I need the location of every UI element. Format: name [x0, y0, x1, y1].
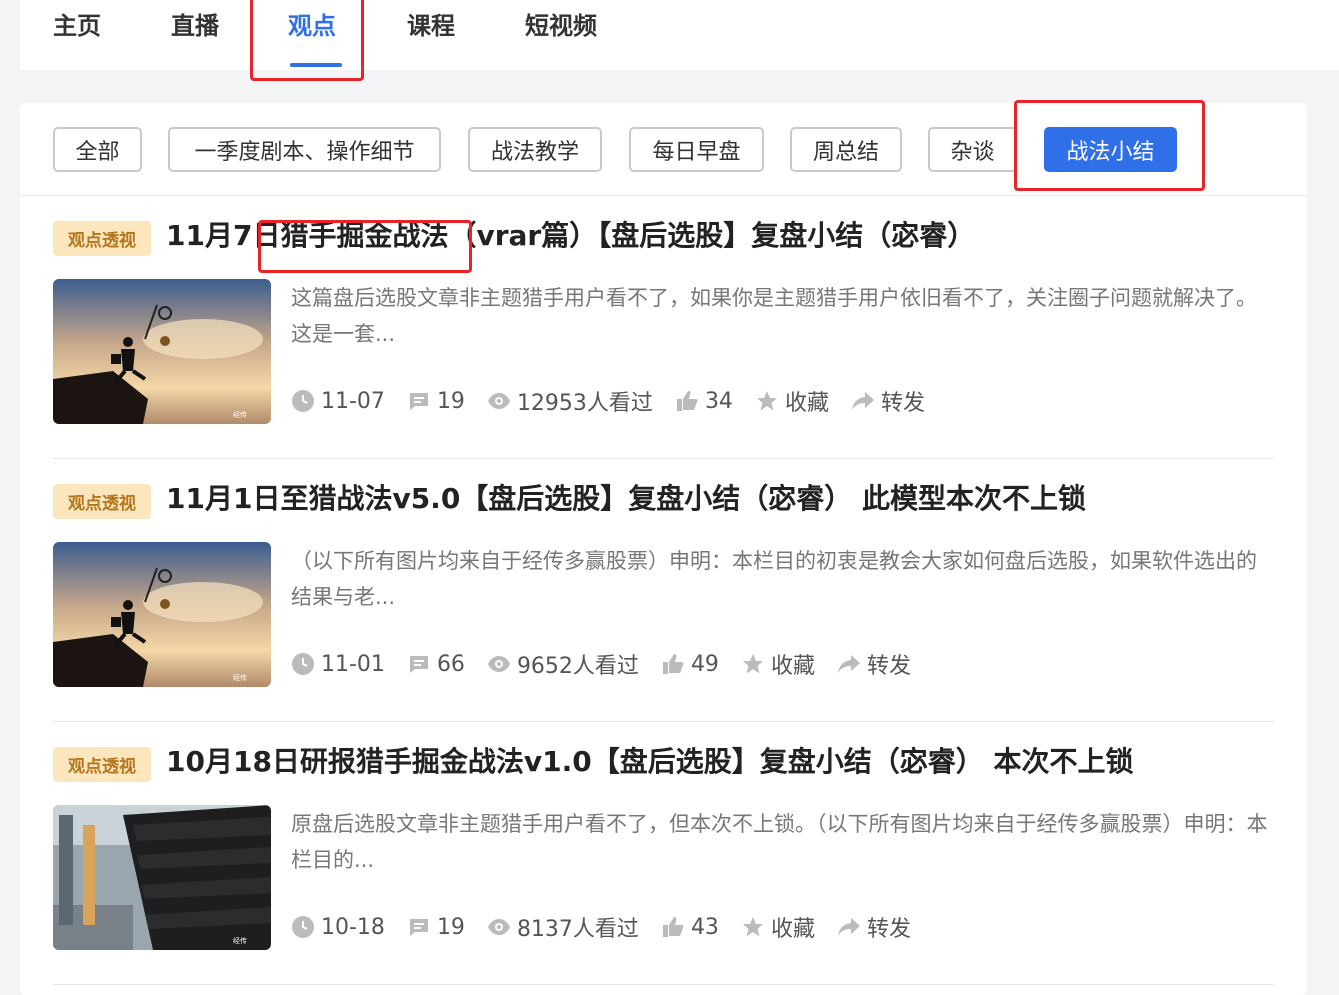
favorite-label: 收藏 — [784, 391, 829, 416]
tab-viewpoints[interactable]: 观点 — [288, 6, 336, 41]
date: 11-01 — [291, 652, 385, 677]
comment-count: 66 — [436, 651, 465, 677]
top-nav: 主页 直播 观点 课程 短视频 — [20, 0, 1339, 70]
comment-icon — [407, 389, 431, 413]
view-count: 12953人看过 — [516, 391, 653, 416]
article-summary: （以下所有图片均来自于经传多赢股票）申明：本栏目的初衷是教会大家如何盘后选股，如… — [291, 549, 1257, 609]
star-icon — [741, 652, 765, 676]
runner-sunset-image: 经传 — [53, 279, 271, 424]
favorite-label: 收藏 — [770, 654, 815, 679]
view-count: 8137人看过 — [516, 917, 639, 942]
runner-sunset-image: 经传 — [53, 542, 271, 687]
comments[interactable]: 19 — [407, 389, 465, 414]
article-item[interactable]: 观点透视 11月7日猎手掘金战法（vrar篇）【盘后选股】复盘小结（宓睿） 经传… — [53, 196, 1274, 459]
article-thumbnail[interactable]: 经传 — [53, 279, 271, 424]
share-arrow-icon — [851, 389, 875, 413]
share-button[interactable]: 转发 — [837, 648, 911, 680]
article-title[interactable]: 10月18日研报猎手掘金战法v1.0【盘后选股】复盘小结（宓睿） 本次不上锁 — [166, 740, 1134, 780]
view-count: 9652人看过 — [516, 654, 639, 679]
content-panel: 全部 一季度剧本、操作细节 战法教学 每日早盘 周总结 杂谈 战法小结 观点透视… — [20, 100, 1307, 995]
filter-q1-script[interactable]: 一季度剧本、操作细节 — [168, 127, 441, 172]
share-label: 转发 — [866, 654, 911, 679]
favorite-button[interactable]: 收藏 — [755, 385, 829, 417]
favorite-button[interactable]: 收藏 — [741, 648, 815, 680]
share-label: 转发 — [866, 917, 911, 942]
favorite-label: 收藏 — [770, 917, 815, 942]
filter-tactic-summary[interactable]: 战法小结 — [1044, 127, 1177, 172]
eye-icon — [487, 915, 511, 939]
filter-all[interactable]: 全部 — [53, 127, 142, 172]
comment-icon — [407, 915, 431, 939]
clock-icon — [291, 652, 315, 676]
star-icon — [755, 389, 779, 413]
article-title[interactable]: 11月7日猎手掘金战法（vrar篇）【盘后选股】复盘小结（宓睿） — [166, 214, 975, 254]
thumbs-up-icon — [661, 915, 685, 939]
share-arrow-icon — [837, 652, 861, 676]
article-thumbnail[interactable]: 经传 — [53, 542, 271, 687]
svg-text:经传: 经传 — [233, 673, 247, 682]
comments[interactable]: 66 — [407, 652, 465, 677]
article-title[interactable]: 11月1日至猎战法v5.0【盘后选股】复盘小结（宓睿） 此模型本次不上锁 — [166, 477, 1086, 517]
date-text: 11-07 — [321, 388, 385, 414]
thumbs-up-icon — [675, 389, 699, 413]
article-summary: 这篇盘后选股文章非主题猎手用户看不了，如果你是主题猎手用户依旧看不了，关注圈子问… — [291, 286, 1257, 346]
article-summary: 原盘后选股文章非主题猎手用户看不了，但本次不上锁。（以下所有图片均来自于经传多赢… — [291, 812, 1268, 872]
likes[interactable]: 43 — [661, 915, 719, 940]
date-text: 11-01 — [321, 651, 385, 677]
filter-chat[interactable]: 杂谈 — [928, 127, 1017, 172]
svg-text:经传: 经传 — [233, 410, 247, 419]
comment-icon — [407, 652, 431, 676]
filter-weekly-summary[interactable]: 周总结 — [790, 127, 902, 172]
tab-short-video[interactable]: 短视频 — [525, 6, 597, 41]
filter-bar: 全部 一季度剧本、操作细节 战法教学 每日早盘 周总结 杂谈 战法小结 — [20, 103, 1307, 196]
favorite-button[interactable]: 收藏 — [741, 911, 815, 943]
comment-count: 19 — [436, 914, 465, 940]
tab-live[interactable]: 直播 — [171, 6, 219, 41]
filter-daily-morning[interactable]: 每日早盘 — [629, 127, 764, 172]
like-count: 34 — [704, 388, 733, 414]
star-icon — [741, 915, 765, 939]
like-count: 43 — [690, 914, 719, 940]
filter-tactic-teaching[interactable]: 战法教学 — [468, 127, 602, 172]
likes[interactable]: 49 — [661, 652, 719, 677]
like-count: 49 — [690, 651, 719, 677]
warehouse-rubber-image: 经传 — [53, 805, 271, 950]
clock-icon — [291, 915, 315, 939]
share-label: 转发 — [880, 391, 925, 416]
comments[interactable]: 19 — [407, 915, 465, 940]
clock-icon — [291, 389, 315, 413]
article-thumbnail[interactable]: 经传 — [53, 805, 271, 950]
views: 12953人看过 — [487, 385, 653, 417]
views: 8137人看过 — [487, 911, 639, 943]
category-badge: 观点透视 — [53, 484, 151, 519]
article-meta: 11-07 19 12953人看过 34 收藏 转发 — [291, 384, 947, 418]
article-meta: 11-01 66 9652人看过 49 收藏 转发 — [291, 647, 933, 681]
active-tab-underline — [290, 63, 342, 67]
share-button[interactable]: 转发 — [851, 385, 925, 417]
eye-icon — [487, 652, 511, 676]
views: 9652人看过 — [487, 648, 639, 680]
share-arrow-icon — [837, 915, 861, 939]
thumbs-up-icon — [661, 652, 685, 676]
tab-home[interactable]: 主页 — [53, 6, 101, 41]
likes[interactable]: 34 — [675, 389, 733, 414]
date: 10-18 — [291, 915, 385, 940]
comment-count: 19 — [436, 388, 465, 414]
share-button[interactable]: 转发 — [837, 911, 911, 943]
svg-text:经传: 经传 — [233, 936, 247, 945]
category-badge: 观点透视 — [53, 221, 151, 256]
category-badge: 观点透视 — [53, 747, 151, 782]
article-meta: 10-18 19 8137人看过 43 收藏 转发 — [291, 910, 933, 944]
eye-icon — [487, 389, 511, 413]
article-item[interactable]: 观点透视 10月18日研报猎手掘金战法v1.0【盘后选股】复盘小结（宓睿） 本次… — [53, 722, 1274, 985]
article-item[interactable]: 观点透视 11月1日至猎战法v5.0【盘后选股】复盘小结（宓睿） 此模型本次不上… — [53, 459, 1274, 722]
tab-courses[interactable]: 课程 — [407, 6, 455, 41]
date: 11-07 — [291, 389, 385, 414]
date-text: 10-18 — [321, 914, 385, 940]
